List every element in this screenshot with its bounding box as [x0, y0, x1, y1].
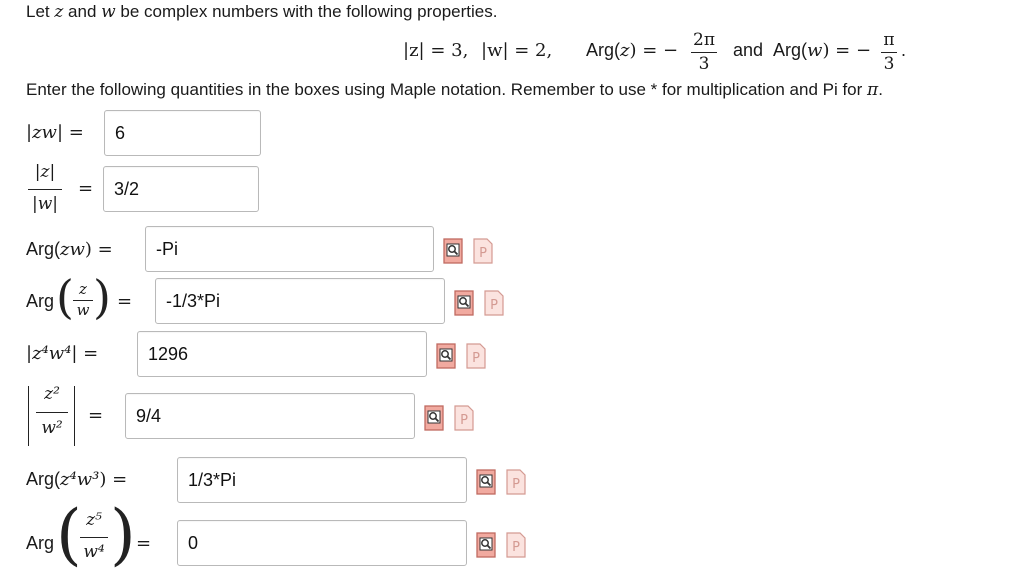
q4-right-paren: ): [93, 270, 111, 324]
q4-left-paren: (: [56, 270, 74, 324]
q6-abs-left: [28, 386, 29, 446]
q7-label: Arg(z⁴w³) =: [26, 469, 128, 490]
preview-icon[interactable]: [476, 532, 496, 558]
instructions: Enter the following quantities in the bo…: [26, 80, 883, 100]
q6-fraction: z² w²: [36, 384, 68, 446]
svg-text:P: P: [460, 413, 468, 428]
q1-label: |zw| =: [26, 122, 84, 143]
help-icon[interactable]: P: [506, 469, 526, 495]
q8-arg: Arg: [26, 533, 55, 553]
abs-w-given: |w| = 2,: [481, 40, 553, 61]
svg-text:P: P: [512, 540, 520, 555]
q8-equals: =: [136, 533, 152, 554]
q8-right-paren: ): [110, 496, 136, 573]
svg-text:P: P: [490, 298, 498, 313]
svg-text:P: P: [512, 477, 520, 492]
intro-text: Let z and w be complex numbers with the …: [26, 2, 498, 22]
q1-answer-input[interactable]: 6: [104, 110, 261, 156]
svg-text:P: P: [472, 351, 480, 366]
help-icon[interactable]: P: [506, 532, 526, 558]
help-icon[interactable]: P: [454, 405, 474, 431]
help-icon[interactable]: P: [473, 238, 493, 264]
q4-answer-input[interactable]: -1/3*Pi: [155, 278, 445, 324]
abs-z-given: |z| = 3,: [403, 40, 469, 61]
preview-icon[interactable]: [454, 290, 474, 316]
q8-answer-input[interactable]: 0: [177, 520, 467, 566]
q4-fraction: z w: [73, 280, 93, 320]
svg-text:P: P: [479, 246, 487, 261]
q4-equals: =: [117, 291, 133, 312]
q5-answer-input[interactable]: 1296: [137, 331, 427, 377]
q7-answer-input[interactable]: 1/3*Pi: [177, 457, 467, 503]
q8-left-paren: (: [56, 496, 82, 573]
q8-fraction: z⁵ w⁴: [80, 510, 108, 572]
q2-answer-input[interactable]: 3/2: [103, 166, 259, 212]
q4-arg: Arg: [26, 291, 55, 311]
q5-label: |z⁴w⁴| =: [26, 343, 99, 364]
q3-label: Arg(zw) =: [26, 239, 113, 260]
preview-icon[interactable]: [424, 405, 444, 431]
q3-answer-input[interactable]: -Pi: [145, 226, 434, 272]
q6-abs-right: [74, 386, 75, 446]
preview-icon[interactable]: [436, 343, 456, 369]
preview-icon[interactable]: [443, 238, 463, 264]
q6-answer-input[interactable]: 9/4: [125, 393, 415, 439]
q2-fraction: |z| |w|: [28, 162, 62, 220]
preview-icon[interactable]: [476, 469, 496, 495]
help-icon[interactable]: P: [484, 290, 504, 316]
help-icon[interactable]: P: [466, 343, 486, 369]
q6-equals: =: [88, 405, 104, 426]
q2-equals: =: [78, 178, 94, 199]
